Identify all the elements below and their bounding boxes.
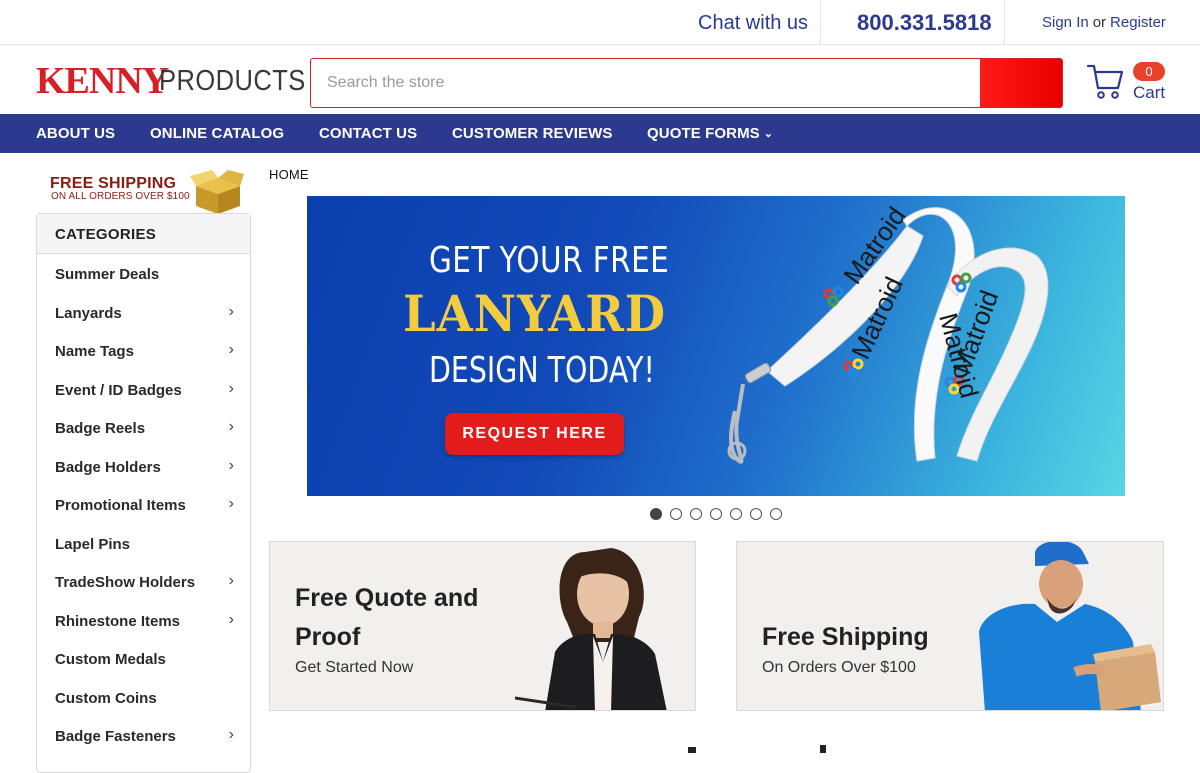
sidebar-item-label: Event / ID Badges — [55, 381, 182, 399]
chevron-down-icon: ⌄ — [763, 128, 774, 140]
sidebar-item-label: Badge Fasteners — [55, 728, 176, 745]
nav-quote-forms-label: QUOTE FORMS — [647, 125, 760, 142]
sidebar-item-label: Badge Reels — [55, 420, 146, 437]
categories-heading: CATEGORIES — [37, 214, 250, 254]
sidebar-item-summer-deals[interactable]: Summer Deals — [37, 254, 250, 293]
promo-title-line2: Proof — [295, 623, 361, 651]
sidebar-item-name-tags[interactable]: Name Tags › — [37, 331, 250, 370]
cart-count-badge: 0 — [1133, 62, 1165, 81]
promo-subtitle: On Orders Over $100 — [762, 659, 916, 676]
hero-banner[interactable]: GET YOUR FREE LANYARD DESIGN TODAY! REQU… — [307, 196, 1125, 496]
account-links: Sign In or Register — [1042, 14, 1166, 31]
nav-online-catalog[interactable]: ONLINE CATALOG — [150, 125, 284, 142]
sidebar-item-tradeshow-holders[interactable]: TradeShow Holders › — [37, 562, 250, 601]
main-nav: ABOUT US ONLINE CATALOG CONTACT US CUSTO… — [0, 114, 1200, 153]
sidebar-item-label: Promotional Items — [55, 497, 186, 514]
chevron-right-icon: › — [228, 341, 234, 358]
sidebar-item-custom-coins[interactable]: Custom Coins — [37, 678, 250, 717]
top-utility-bar: Chat with us 800.331.5818 Sign In or Regis… — [0, 0, 1200, 45]
nav-quote-forms[interactable]: QUOTE FORMS ⌄ — [647, 125, 773, 142]
kenny-products-logo[interactable]: KENNY PRODUCTS — [36, 60, 305, 102]
shipping-box-icon — [190, 170, 244, 214]
sidebar-item-rhinestone-items[interactable]: Rhinestone Items › — [37, 601, 250, 640]
divider — [820, 0, 821, 45]
sidebar-item-label: TradeShow Holders — [55, 574, 196, 591]
promo-subtitle: Get Started Now — [295, 659, 414, 676]
carousel-dot[interactable] — [730, 508, 742, 520]
phone-number-link[interactable]: 800.331.5818 — [857, 10, 992, 36]
register-link[interactable]: Register — [1110, 14, 1166, 31]
sidebar-item-promotional-items[interactable]: Promotional Items › — [37, 485, 250, 524]
sidebar-item-label: Lapel Pins — [55, 535, 131, 553]
nav-customer-reviews[interactable]: CUSTOMER REVIEWS — [452, 125, 613, 142]
category-list: Summer Deals Lanyards › Name Tags › Event / I… — [37, 254, 250, 755]
divider — [1004, 0, 1005, 45]
or-text: or — [1092, 14, 1107, 31]
chevron-right-icon: › — [228, 610, 234, 628]
carousel-dot[interactable] — [710, 508, 722, 520]
promo-free-quote[interactable]: Free Quote and Proof Get Started Now — [269, 541, 696, 711]
promo-title-line1: Free Quote and — [295, 584, 479, 612]
chevron-right-icon: › — [228, 456, 234, 474]
logo-products: PRODUCTS — [159, 65, 306, 97]
chevron-right-icon: › — [228, 495, 234, 512]
free-shipping-promo[interactable]: FREE SHIPPING ON ALL ORDERS OVER $100 — [50, 168, 244, 214]
carousel-dot[interactable] — [670, 508, 682, 520]
chevron-right-icon: › — [228, 572, 234, 589]
banner-line1: GET YOUR FREE — [429, 240, 670, 281]
sidebar-item-label: Lanyards — [55, 304, 122, 322]
chevron-right-icon: › — [228, 302, 234, 320]
carousel-dot[interactable] — [770, 508, 782, 520]
promo-title: Free Shipping — [762, 623, 929, 651]
carousel-dot[interactable] — [750, 508, 762, 520]
categories-panel: CATEGORIES Summer Deals Lanyards › Name Tag… — [36, 213, 251, 773]
sidebar-item-badge-holders[interactable]: Badge Holders › — [37, 447, 250, 486]
chevron-right-icon: › — [228, 418, 234, 435]
banner-line2: LANYARD — [403, 284, 667, 343]
businesswoman-image — [515, 548, 667, 710]
search-bar — [310, 58, 1063, 108]
chevron-right-icon: › — [228, 726, 234, 743]
carousel-dot[interactable] — [690, 508, 702, 520]
cart-link[interactable]: 0 Cart — [1086, 60, 1176, 104]
banner-line3: DESIGN TODAY! — [429, 350, 655, 391]
sidebar-item-badge-reels[interactable]: Badge Reels › — [37, 408, 250, 447]
nav-about-us[interactable]: ABOUT US — [36, 125, 115, 142]
sidebar-item-label: Custom Medals — [55, 651, 166, 668]
carousel-dot[interactable] — [650, 508, 662, 520]
cart-icon — [1086, 64, 1124, 99]
promo-free-shipping[interactable]: Free Shipping On Orders Over $100 — [736, 541, 1164, 711]
sidebar-item-custom-medals[interactable]: Custom Medals — [37, 639, 250, 678]
lanyard-image: Matroid Matroid Matroid Matroid — [727, 201, 1049, 464]
delivery-man-image — [979, 542, 1161, 710]
sidebar-item-badge-fasteners[interactable]: Badge Fasteners › — [37, 716, 250, 755]
request-here-button[interactable]: REQUEST HERE — [445, 413, 624, 455]
search-button[interactable] — [980, 59, 1062, 107]
sidebar-item-label: Rhinestone Items — [55, 612, 181, 630]
chevron-right-icon: › — [228, 379, 234, 397]
sidebar-item-label: Summer Deals — [55, 266, 160, 283]
chat-link[interactable]: Chat with us — [698, 12, 808, 35]
sidebar-item-event-id-badges[interactable]: Event / ID Badges › — [37, 370, 250, 409]
cart-label: Cart — [1133, 83, 1166, 102]
sidebar-item-lapel-pins[interactable]: Lapel Pins — [37, 524, 250, 563]
free-shipping-subtitle: ON ALL ORDERS OVER $100 — [51, 191, 190, 202]
sidebar-item-lanyards[interactable]: Lanyards › — [37, 293, 250, 332]
section-heading-peek — [680, 740, 840, 753]
sidebar-item-label: Name Tags — [55, 343, 134, 360]
sidebar-item-label: Badge Holders — [55, 458, 161, 476]
nav-contact-us[interactable]: CONTACT US — [319, 125, 417, 142]
sidebar-item-label: Custom Coins — [55, 689, 157, 707]
sign-in-link[interactable]: Sign In — [1042, 14, 1089, 31]
search-input[interactable] — [311, 59, 981, 107]
logo-kenny: KENNY — [36, 60, 169, 102]
breadcrumb-home[interactable]: HOME — [269, 167, 309, 182]
